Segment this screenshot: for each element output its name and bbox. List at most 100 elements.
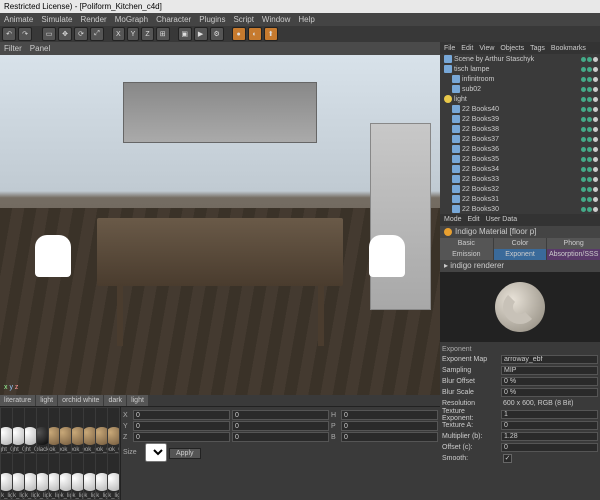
tree-row[interactable]: 22 Books30 [440, 204, 600, 214]
axis-y-toggle[interactable]: Y [127, 27, 140, 41]
tree-row[interactable]: 22 Books31 [440, 194, 600, 204]
tree-row[interactable]: 22 Books35 [440, 154, 600, 164]
texture-exponent-field[interactable] [501, 410, 598, 419]
mattab-basic[interactable]: Basic [440, 238, 493, 249]
tree-row[interactable]: 22 Books37 [440, 134, 600, 144]
mat-tab-light[interactable]: light [36, 395, 57, 406]
material-swatch[interactable]: book_light_ [84, 454, 95, 499]
menu-window[interactable]: Window [262, 15, 290, 24]
pos-x-field[interactable] [133, 410, 230, 420]
mattab-color[interactable]: Color [494, 238, 547, 249]
tree-row[interactable]: Scene by Arthur Staschyk [440, 54, 600, 64]
tree-row[interactable]: 22 Books40 [440, 104, 600, 114]
indigo-render-button[interactable]: ● [232, 27, 246, 41]
material-swatch[interactable]: book_05 [72, 408, 83, 453]
smooth-checkbox[interactable] [503, 454, 512, 463]
om-bookmarks-menu[interactable]: Bookmarks [551, 45, 586, 52]
menu-character[interactable]: Character [156, 15, 191, 24]
mat-tab-dark[interactable]: dark [104, 395, 126, 406]
viewport-panel-menu[interactable]: Panel [30, 44, 50, 53]
rot-p-field[interactable] [341, 421, 438, 431]
blur-scale-field[interactable] [501, 388, 598, 397]
material-swatch[interactable]: book_06 [96, 408, 107, 453]
size-z-field[interactable] [232, 432, 329, 442]
render-view-button[interactable]: ▣ [178, 27, 192, 41]
mattab-exponent[interactable]: Exponent [494, 249, 547, 260]
redo-button[interactable]: ↷ [18, 27, 32, 41]
tree-row[interactable]: 22 Books32 [440, 184, 600, 194]
tree-row[interactable]: 22 Books33 [440, 174, 600, 184]
texture-a-field[interactable] [501, 421, 598, 430]
material-swatch[interactable]: book_light_ [1, 454, 12, 499]
material-swatch[interactable]: book_light_ [108, 454, 119, 499]
material-swatch[interactable]: book_04 [60, 408, 71, 453]
select-tool[interactable]: ▭ [42, 27, 56, 41]
pos-y-field[interactable] [133, 421, 230, 431]
coord-toggle[interactable]: ⊞ [156, 27, 170, 41]
material-swatch[interactable]: book_light_ [60, 454, 71, 499]
material-swatch[interactable]: book_05 [84, 408, 95, 453]
am-edit-menu[interactable]: Edit [468, 214, 480, 226]
exponent-map-field[interactable] [501, 355, 598, 364]
sampling-field[interactable] [501, 366, 598, 375]
apply-button[interactable]: Apply [169, 448, 201, 459]
material-swatch[interactable]: light_02 [25, 408, 36, 453]
multiplier-field[interactable] [501, 432, 598, 441]
blur-offset-field[interactable] [501, 377, 598, 386]
render-settings-button[interactable]: ⚙ [210, 27, 224, 41]
mat-tab-orchid[interactable]: orchid white [58, 395, 103, 406]
material-swatch[interactable]: book_07 [108, 408, 119, 453]
material-swatch[interactable]: light_01 [13, 408, 24, 453]
am-mode-menu[interactable]: Mode [444, 214, 462, 226]
material-swatch[interactable]: book_light_ [13, 454, 24, 499]
mat-tab-literature[interactable]: literature [0, 395, 35, 406]
tree-row[interactable]: light [440, 94, 600, 104]
tree-row[interactable]: 22 Books38 [440, 124, 600, 134]
menu-mograph[interactable]: MoGraph [115, 15, 148, 24]
material-swatch[interactable]: book_light_ [72, 454, 83, 499]
undo-button[interactable]: ↶ [2, 27, 16, 41]
perspective-viewport[interactable]: x y z [0, 55, 440, 395]
render-button[interactable]: ▶ [194, 27, 208, 41]
material-preview[interactable] [440, 272, 600, 342]
mattab-absorption[interactable]: Absorption/SSS [547, 249, 600, 260]
tree-row[interactable]: 22 Books39 [440, 114, 600, 124]
tree-row[interactable]: tisch lampe [440, 64, 600, 74]
menu-simulate[interactable]: Simulate [41, 15, 72, 24]
material-swatch[interactable]: book_03 [49, 408, 60, 453]
material-swatch[interactable]: book_light_ [25, 454, 36, 499]
material-swatch[interactable]: book_light_ [37, 454, 48, 499]
menu-animate[interactable]: Animate [4, 15, 33, 24]
menu-help[interactable]: Help [298, 15, 314, 24]
offset-field[interactable] [501, 443, 598, 452]
axis-x-toggle[interactable]: X [112, 27, 125, 41]
material-swatch[interactable]: book_light_ [96, 454, 107, 499]
rotate-tool[interactable]: ⟳ [74, 27, 88, 41]
indigo-settings-button[interactable]: ◐ [248, 27, 262, 41]
menu-plugins[interactable]: Plugins [199, 15, 225, 24]
am-userdata-menu[interactable]: User Data [486, 214, 518, 226]
object-tree[interactable]: Scene by Arthur Staschyktisch lampeinfin… [440, 54, 600, 214]
om-view-menu[interactable]: View [479, 45, 494, 52]
pos-z-field[interactable] [133, 432, 230, 442]
om-edit-menu[interactable]: Edit [461, 45, 473, 52]
tree-row[interactable]: 22 Books34 [440, 164, 600, 174]
move-tool[interactable]: ✥ [58, 27, 72, 41]
material-swatch[interactable]: book_light_ [49, 454, 60, 499]
size-x-field[interactable] [232, 410, 329, 420]
tree-row[interactable]: 22 Books36 [440, 144, 600, 154]
tree-row[interactable]: sub02 [440, 84, 600, 94]
size-mode-select[interactable] [145, 443, 167, 462]
material-swatch[interactable]: light_00 [1, 408, 12, 453]
indigo-export-button[interactable]: ⬆ [264, 27, 278, 41]
size-y-field[interactable] [232, 421, 329, 431]
tree-row[interactable]: infinitroom [440, 74, 600, 84]
menu-render[interactable]: Render [80, 15, 106, 24]
mat-tab-light2[interactable]: light [127, 395, 148, 406]
mattab-emission[interactable]: Emission [440, 249, 493, 260]
axis-z-toggle[interactable]: Z [141, 27, 153, 41]
scale-tool[interactable]: ⤢ [90, 27, 104, 41]
om-file-menu[interactable]: File [444, 45, 455, 52]
om-tags-menu[interactable]: Tags [530, 45, 545, 52]
menu-script[interactable]: Script [233, 15, 253, 24]
